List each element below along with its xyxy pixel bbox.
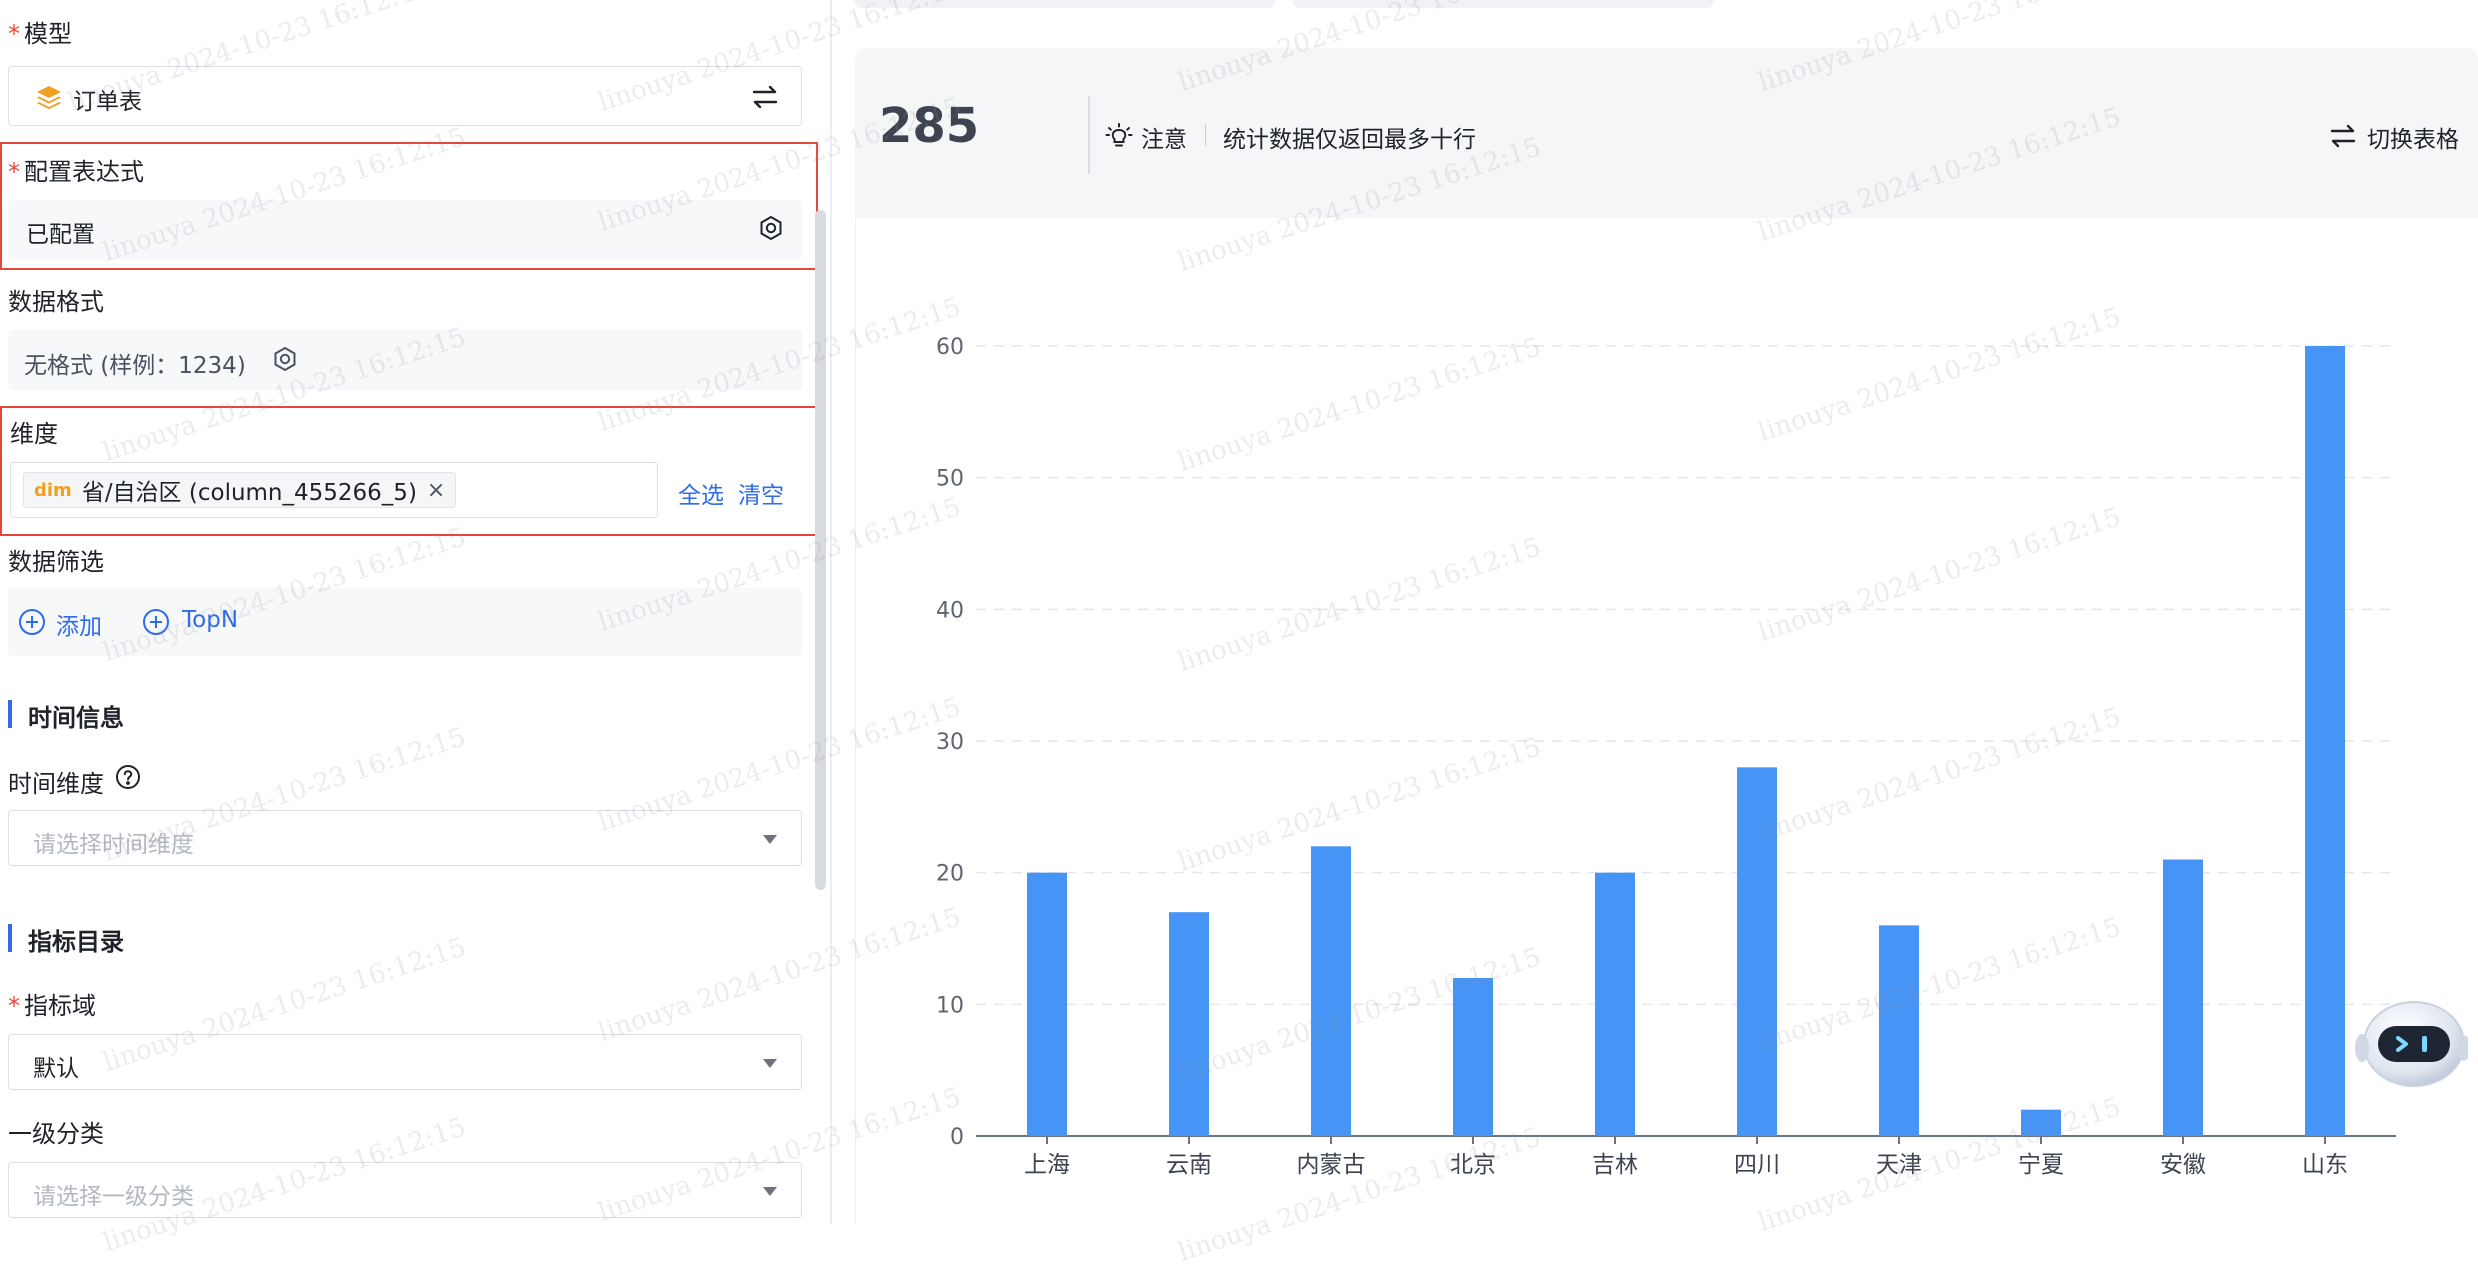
bar-云南 bbox=[1169, 912, 1209, 1136]
model-label-row: * 模型 bbox=[8, 14, 72, 49]
time-dimension-placeholder: 请选择时间维度 bbox=[33, 832, 194, 858]
section-accent-bar bbox=[8, 700, 12, 728]
x-tick-label: 宁夏 bbox=[2018, 1152, 2064, 1178]
stats-bar: 285 注意 统计数据仅返回最多十行 切换表格 bbox=[855, 48, 2478, 218]
chevron-down-icon bbox=[763, 835, 777, 844]
panel-scrollbar[interactable] bbox=[815, 210, 826, 890]
chart-area: 0 10 20 30 40 50 60 上海 云南 内蒙古 北京 吉林 四川 天津 宁夏 安徽 山东 bbox=[855, 218, 2478, 1224]
dimension-label: 维度 bbox=[10, 420, 58, 448]
chevron-down-icon bbox=[763, 1187, 777, 1196]
x-tick-label: 四川 bbox=[1734, 1152, 1780, 1178]
y-tick-label: 0 bbox=[950, 1125, 964, 1150]
bar-内蒙古 bbox=[1311, 846, 1351, 1136]
bar-上海 bbox=[1027, 872, 1067, 1136]
record-count: 285 bbox=[879, 98, 980, 154]
time-dimension-select[interactable]: 请选择时间维度 bbox=[8, 810, 802, 866]
gear-icon[interactable] bbox=[756, 214, 786, 244]
clear-link[interactable]: 清空 bbox=[738, 476, 784, 510]
help-icon[interactable] bbox=[115, 764, 141, 790]
bar-宁夏 bbox=[2021, 1109, 2061, 1136]
model-value: 订单表 bbox=[73, 89, 142, 115]
level1-category-placeholder: 请选择一级分类 bbox=[33, 1184, 194, 1210]
switch-icon[interactable] bbox=[751, 83, 779, 111]
metric-domain-value: 默认 bbox=[33, 1056, 79, 1082]
switch-icon[interactable] bbox=[2329, 122, 2357, 150]
bar-安徽 bbox=[2163, 859, 2203, 1136]
chevron-down-icon bbox=[763, 1059, 777, 1068]
model-label: 模型 bbox=[24, 20, 72, 48]
top-strip bbox=[855, 0, 2478, 10]
bar-天津 bbox=[1879, 925, 1919, 1136]
expression-label-row: * 配置表达式 bbox=[8, 152, 144, 187]
assistant-robot-icon[interactable] bbox=[2352, 986, 2470, 1090]
dimension-tag-text: 省/自治区 (column_455266_5) bbox=[81, 480, 417, 506]
data-format-field[interactable]: 无格式 (样例：1234) bbox=[8, 330, 802, 390]
section-accent-bar bbox=[8, 924, 12, 952]
notice-label: 注意 bbox=[1141, 127, 1187, 153]
x-tick-label: 云南 bbox=[1166, 1152, 1212, 1178]
topn-button[interactable]: TopN bbox=[182, 607, 238, 633]
plus-circle-icon[interactable] bbox=[142, 608, 170, 636]
bar-北京 bbox=[1453, 978, 1493, 1136]
top-strip-segment bbox=[855, 0, 1275, 8]
gear-icon[interactable] bbox=[270, 345, 300, 375]
data-filter-area: 添加 TopN bbox=[8, 588, 802, 656]
y-tick-label: 40 bbox=[936, 598, 964, 623]
config-panel: * 模型 订单表 * 配置表达式 已配置 数据格式 无格式 (样例：1234) … bbox=[0, 0, 830, 1224]
required-mark: * bbox=[8, 158, 20, 186]
expression-value: 已配置 bbox=[26, 222, 95, 248]
lightbulb-icon bbox=[1105, 122, 1133, 150]
expression-field[interactable]: 已配置 bbox=[8, 200, 802, 260]
divider bbox=[1205, 124, 1206, 146]
bar-四川 bbox=[1737, 767, 1777, 1136]
bar-吉林 bbox=[1595, 872, 1635, 1136]
add-filter-button[interactable]: 添加 bbox=[56, 607, 102, 641]
y-tick-label: 50 bbox=[936, 467, 964, 492]
level1-category-select[interactable]: 请选择一级分类 bbox=[8, 1162, 802, 1218]
layers-icon bbox=[35, 83, 63, 111]
expression-highlight: * 配置表达式 已配置 bbox=[0, 142, 818, 270]
panel-divider[interactable] bbox=[830, 0, 832, 1224]
x-tick-label: 天津 bbox=[1876, 1152, 1922, 1178]
dimension-select[interactable]: dim 省/自治区 (column_455266_5) × bbox=[10, 462, 658, 518]
level1-category-label: 一级分类 bbox=[8, 1120, 104, 1148]
data-filter-label: 数据筛选 bbox=[8, 548, 104, 576]
x-tick-label: 北京 bbox=[1450, 1152, 1496, 1178]
metric-domain-label: 指标域 bbox=[24, 992, 96, 1020]
select-all-link[interactable]: 全选 bbox=[678, 476, 724, 510]
bar-chart: 0 10 20 30 40 50 60 上海 云南 内蒙古 北京 吉林 四川 天津 宁夏 安徽 山东 bbox=[936, 335, 2396, 1178]
y-tick-label: 20 bbox=[936, 862, 964, 887]
y-tick-label: 10 bbox=[936, 993, 964, 1018]
close-icon[interactable]: × bbox=[427, 478, 445, 503]
x-tick-label: 吉林 bbox=[1592, 1152, 1638, 1178]
plus-circle-icon[interactable] bbox=[18, 608, 46, 636]
dim-badge: dim bbox=[34, 479, 72, 501]
required-mark: * bbox=[8, 992, 20, 1020]
bar-山东 bbox=[2305, 346, 2345, 1136]
required-mark: * bbox=[8, 20, 20, 48]
y-tick-label: 60 bbox=[936, 335, 964, 360]
time-dimension-label: 时间维度 bbox=[8, 770, 104, 798]
metric-domain-select[interactable]: 默认 bbox=[8, 1034, 802, 1090]
data-format-value: 无格式 (样例：1234) bbox=[24, 353, 246, 379]
x-tick-label: 上海 bbox=[1024, 1152, 1070, 1178]
notice-text: 统计数据仅返回最多十行 bbox=[1223, 127, 1476, 153]
dimension-tag: dim 省/自治区 (column_455266_5) × bbox=[23, 472, 457, 508]
time-info-section-title: 时间信息 bbox=[28, 704, 124, 732]
metric-domain-label-row: * 指标域 bbox=[8, 986, 96, 1021]
toggle-table-button[interactable]: 切换表格 bbox=[2367, 120, 2459, 154]
dimension-highlight: 维度 dim 省/自治区 (column_455266_5) × 全选 清空 bbox=[0, 406, 818, 536]
y-tick-label: 30 bbox=[936, 730, 964, 755]
top-strip-segment bbox=[1293, 0, 1713, 8]
x-tick-label: 山东 bbox=[2302, 1152, 2348, 1178]
model-select[interactable]: 订单表 bbox=[8, 66, 802, 126]
expression-label: 配置表达式 bbox=[24, 158, 144, 186]
metric-catalog-section-title: 指标目录 bbox=[28, 928, 124, 956]
x-tick-label: 安徽 bbox=[2160, 1152, 2206, 1178]
x-tick-label: 内蒙古 bbox=[1297, 1152, 1366, 1178]
divider bbox=[1088, 96, 1090, 174]
data-format-label: 数据格式 bbox=[8, 288, 104, 316]
